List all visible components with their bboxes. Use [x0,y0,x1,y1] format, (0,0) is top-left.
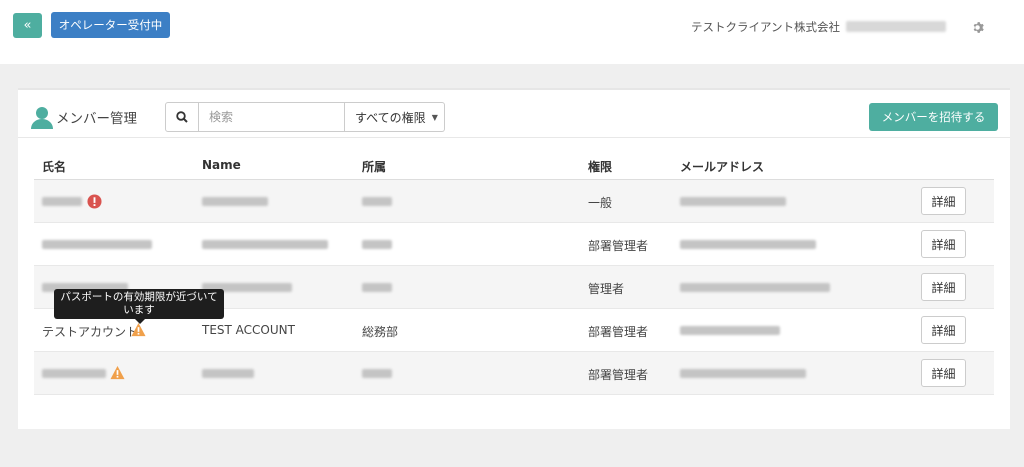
detail-button[interactable]: 詳細 [921,316,966,344]
detail-button[interactable]: 詳細 [921,230,966,258]
search-group: すべての権限 ▼ [165,102,445,132]
dept-redacted [362,369,392,378]
name-en-redacted [202,197,268,206]
panel-header: メンバー管理 すべての権限 ▼ メンバーを招待する [18,90,1010,138]
tooltip-line-1: パスポートの有効期限が近づいて [60,291,218,303]
error-icon [87,194,102,209]
table-header: 氏名 Name 所属 権限 メールアドレス [34,148,994,180]
top-bar: « オペレーター受付中 テストクライアント株式会社 [0,0,1024,64]
operator-status-button[interactable]: オペレーター受付中 [51,12,170,38]
dept-redacted [362,283,392,292]
warning-icon[interactable] [110,365,125,380]
role-cell: 部署管理者 [588,325,649,339]
email-redacted [680,197,786,206]
table-row: 部署管理者 詳細 [34,352,994,395]
permission-filter-select[interactable]: すべての権限 ▼ [345,102,445,132]
email-redacted [680,240,816,249]
detail-button[interactable]: 詳細 [921,359,966,387]
company-name: テストクライアント株式会社 [691,20,841,34]
warning-icon[interactable] [131,322,146,337]
member-table: 氏名 Name 所属 権限 メールアドレス 一般 詳細 部署管理者 詳細 管理者… [34,148,994,395]
role-cell: 管理者 [588,282,625,296]
user-icon [31,107,53,129]
dept-cell: 総務部 [362,325,399,339]
dept-redacted [362,240,392,249]
table-row: 部署管理者 詳細 [34,223,994,266]
role-cell: 一般 [588,196,613,210]
email-redacted [680,369,806,378]
column-header-role: 権限 [588,160,613,174]
role-cell: 部署管理者 [588,239,649,253]
email-redacted [680,283,830,292]
search-icon [176,111,188,123]
role-cell: 部署管理者 [588,368,649,382]
page-title: メンバー管理 [56,111,137,127]
caret-down-icon: ▼ [431,112,438,122]
permission-filter-label: すべての権限 [355,110,426,125]
name-en-redacted [202,240,328,249]
column-header-name-en: Name [202,158,241,172]
name-redacted [42,240,152,249]
search-input[interactable] [199,102,345,132]
tooltip-line-2: います [123,304,155,316]
name-redacted [42,197,82,206]
detail-button[interactable]: 詳細 [921,187,966,215]
name-en-cell: TEST ACCOUNT [202,323,295,337]
table-row: 一般 詳細 [34,180,994,223]
detail-button[interactable]: 詳細 [921,273,966,301]
name-cell: テストアカウント [42,325,139,339]
invite-member-button[interactable]: メンバーを招待する [869,103,998,131]
member-panel: メンバー管理 すべての権限 ▼ メンバーを招待する 氏名 Name 所属 権限 … [18,88,1010,429]
column-header-email: メールアドレス [680,160,765,174]
gear-icon[interactable] [971,21,984,34]
email-redacted [680,326,780,335]
dept-redacted [362,197,392,206]
tooltip-arrow [135,319,145,324]
column-header-name: 氏名 [42,160,67,174]
user-name-redacted [846,21,946,32]
search-button[interactable] [165,102,199,132]
name-redacted [42,369,106,378]
name-en-redacted [202,369,254,378]
collapse-sidebar-button[interactable]: « [13,13,42,38]
passport-expiry-tooltip: パスポートの有効期限が近づいて います [54,289,224,319]
column-header-dept: 所属 [362,160,387,174]
